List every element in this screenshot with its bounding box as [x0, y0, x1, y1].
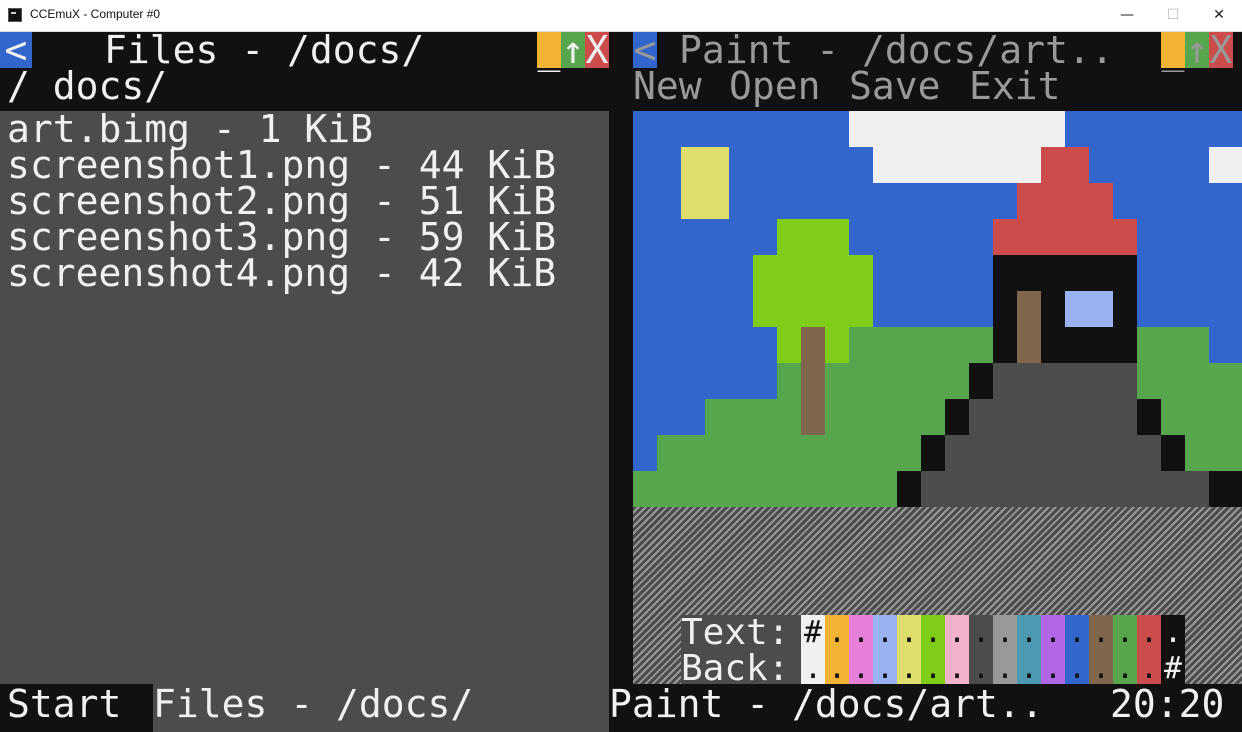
- minimize-button[interactable]: —: [1104, 0, 1150, 31]
- terminal-screen: < Files - /docs/ _ ↑ X / docs/ art.bimg …: [0, 28, 1242, 732]
- color-swatch[interactable]: .: [1065, 615, 1089, 651]
- files-list: art.bimg - 1 KiB screenshot1.png - 44 Ki…: [0, 110, 609, 687]
- color-swatch[interactable]: .: [1041, 615, 1065, 651]
- color-swatch[interactable]: .: [1161, 615, 1185, 651]
- color-swatch[interactable]: .: [1041, 651, 1065, 687]
- cloud: [1209, 147, 1242, 183]
- color-swatch[interactable]: .: [1113, 615, 1137, 651]
- color-palette: Text: Back: #............... ...........…: [681, 615, 1185, 687]
- start-button[interactable]: Start: [7, 685, 121, 723]
- task-paint[interactable]: Paint - /docs/art..: [609, 685, 1044, 723]
- hill: [849, 327, 993, 363]
- paint-window: < Paint - /docs/art.. _ ↑ X New Open Sav…: [633, 28, 1242, 687]
- paint-canvas[interactable]: [633, 111, 1242, 507]
- file-item[interactable]: screenshot3.png - 59 KiB: [7, 218, 556, 256]
- paint-menu-open[interactable]: Open: [729, 67, 821, 105]
- rock: [969, 399, 1137, 435]
- hill: [657, 435, 705, 507]
- cloud: [849, 111, 1065, 147]
- hill: [633, 471, 657, 507]
- maximize-button[interactable]: ☐: [1150, 0, 1196, 31]
- tree-trunk: [801, 327, 825, 435]
- paint-menu-new[interactable]: New: [633, 67, 702, 105]
- color-swatch[interactable]: .: [849, 615, 873, 651]
- files-close-button[interactable]: X: [585, 31, 609, 69]
- files-maximize-button[interactable]: ↑: [561, 31, 585, 69]
- color-swatch[interactable]: .: [825, 615, 849, 651]
- paint-back-button[interactable]: <: [633, 31, 657, 69]
- files-window: < Files - /docs/ _ ↑ X / docs/ art.bimg …: [0, 28, 610, 687]
- sun: [681, 147, 729, 219]
- house-roof: [993, 219, 1137, 255]
- file-item[interactable]: screenshot4.png - 42 KiB: [7, 254, 556, 292]
- color-swatch[interactable]: .: [993, 615, 1017, 651]
- paint-window-title: Paint - /docs/art..: [679, 28, 1114, 72]
- close-button[interactable]: ✕: [1196, 0, 1242, 31]
- tree-leaves: [753, 255, 873, 327]
- house-door: [1017, 291, 1041, 363]
- paint-minimize-button[interactable]: _: [1161, 31, 1185, 69]
- clock: 20:20: [1110, 682, 1225, 726]
- paint-menu-exit[interactable]: Exit: [969, 67, 1061, 105]
- hill: [1209, 363, 1242, 399]
- rock: [945, 435, 1161, 471]
- rock: [921, 471, 1209, 507]
- files-minimize-button[interactable]: _: [537, 31, 561, 69]
- house-roof: [1041, 147, 1089, 183]
- file-item[interactable]: art.bimg - 1 KiB: [7, 110, 373, 148]
- house-window: [1065, 291, 1113, 327]
- task-files[interactable]: Files - /docs/: [153, 685, 473, 723]
- color-swatch[interactable]: .: [1137, 615, 1161, 651]
- paint-menu-save[interactable]: Save: [849, 67, 941, 105]
- rock: [993, 363, 1137, 399]
- window-title: CCEmuX - Computer #0: [30, 7, 161, 21]
- tree-leaves: [777, 219, 849, 255]
- cloud: [873, 147, 1017, 183]
- cloud: [1017, 147, 1041, 183]
- file-item[interactable]: screenshot1.png - 44 KiB: [7, 146, 556, 184]
- color-swatch[interactable]: .: [1017, 615, 1041, 651]
- files-back-button[interactable]: <: [0, 31, 32, 69]
- color-swatch[interactable]: .: [945, 615, 969, 651]
- color-swatch[interactable]: .: [873, 615, 897, 651]
- color-swatch[interactable]: .: [1089, 615, 1113, 651]
- color-swatch[interactable]: .: [969, 615, 993, 651]
- hill: [705, 399, 777, 507]
- files-path-breadcrumb[interactable]: / docs/: [7, 67, 167, 105]
- palette-text-label: Text:: [681, 612, 790, 653]
- color-swatch[interactable]: .: [921, 615, 945, 651]
- files-window-title: Files - /docs/: [104, 28, 425, 72]
- paint-maximize-button[interactable]: ↑: [1185, 31, 1209, 69]
- app-terminal-icon: [8, 8, 22, 22]
- paint-close-button[interactable]: X: [1209, 31, 1233, 69]
- taskbar: Start Files - /docs/ Paint - /docs/art..…: [0, 684, 1242, 732]
- color-swatch[interactable]: #: [801, 615, 825, 651]
- color-swatch[interactable]: .: [1065, 651, 1089, 687]
- color-swatch[interactable]: .: [897, 615, 921, 651]
- hill: [1137, 327, 1209, 363]
- file-item[interactable]: screenshot2.png - 51 KiB: [7, 182, 556, 220]
- house-roof: [1017, 183, 1113, 219]
